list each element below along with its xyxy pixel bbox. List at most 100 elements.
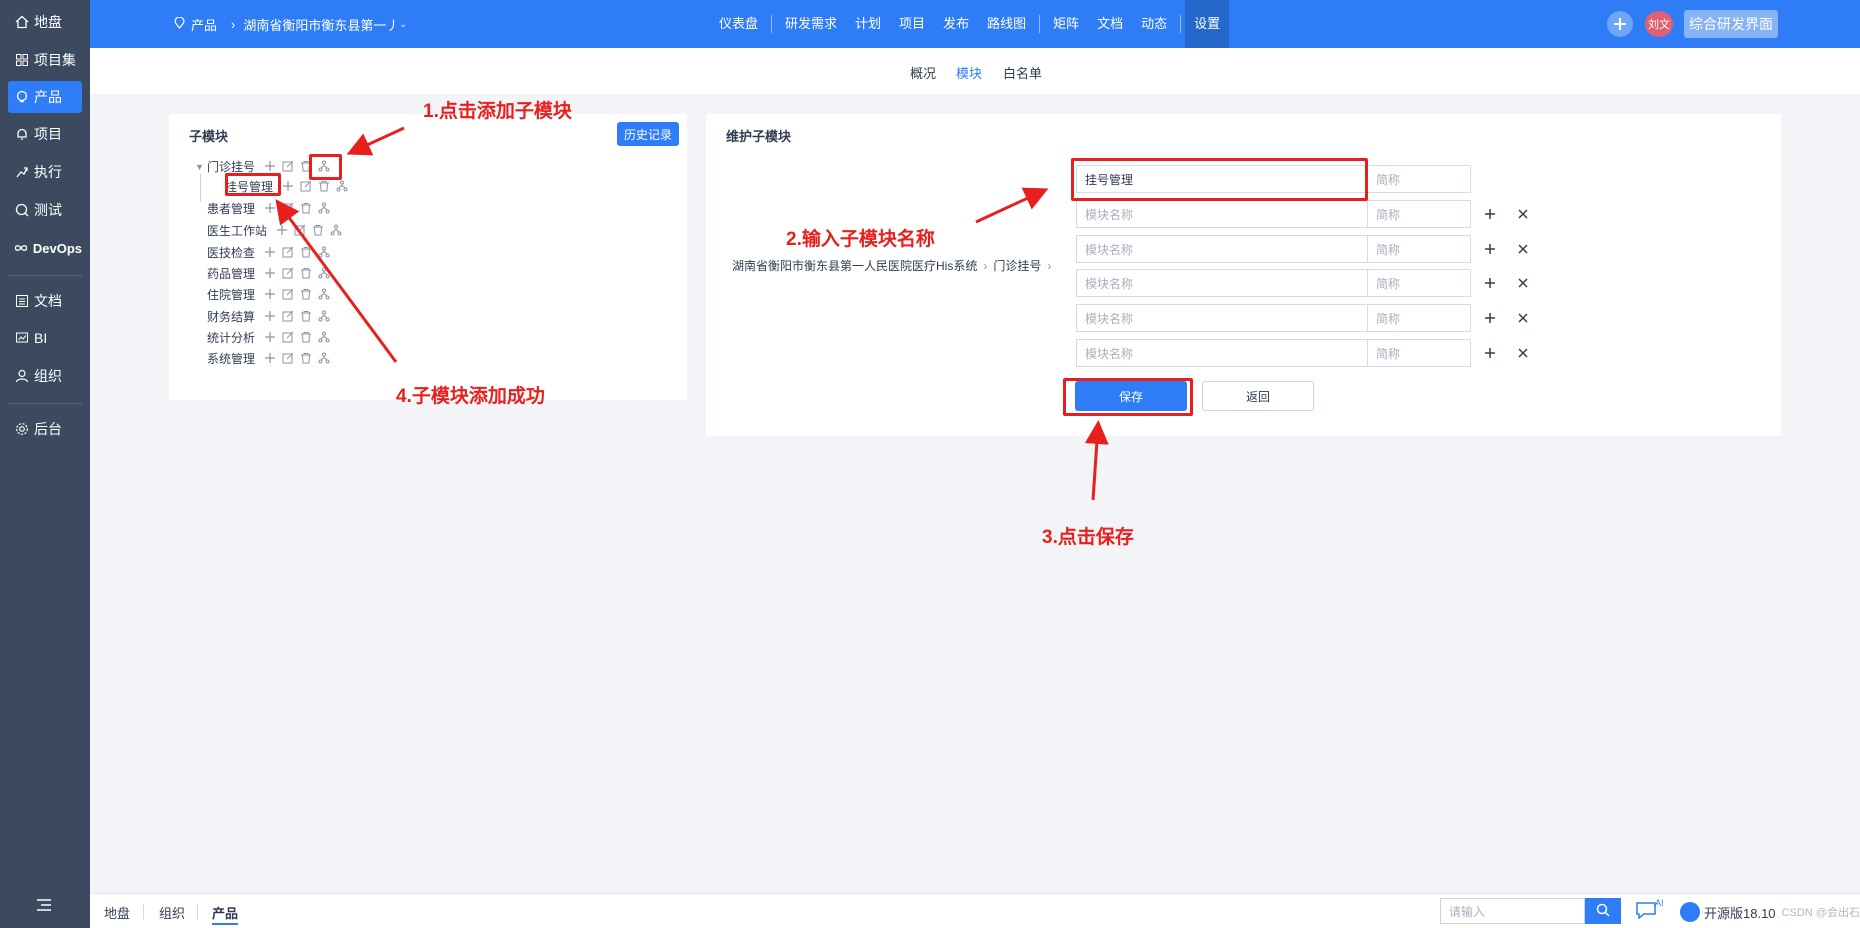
delete-icon[interactable] [299, 351, 313, 365]
tree-node-label[interactable]: 住院管理 [207, 286, 255, 303]
tree-node-label[interactable]: 药品管理 [207, 265, 255, 282]
tree-node-label[interactable]: 统计分析 [207, 329, 255, 346]
bottom-tab-dashboard[interactable]: 地盘 [104, 903, 130, 922]
sidebar-item-program[interactable]: 项目集 [8, 44, 82, 76]
add-sibling-icon[interactable] [263, 351, 277, 365]
add-row-icon[interactable] [1482, 241, 1498, 257]
sidebar-item-devops[interactable]: DevOps [8, 232, 82, 264]
avatar[interactable]: 刘文 [1645, 11, 1673, 37]
edit-icon[interactable] [281, 351, 295, 365]
add-child-icon[interactable] [317, 351, 331, 365]
edit-icon[interactable] [281, 287, 295, 301]
add-child-icon[interactable] [335, 179, 349, 193]
tab-dynamic[interactable]: 动态 [1132, 0, 1176, 48]
edit-icon[interactable] [281, 245, 295, 259]
sidebar-item-dashboard[interactable]: 地盘 [8, 6, 82, 38]
module-name-input[interactable]: 模块名称 [1076, 339, 1368, 367]
module-name-input[interactable]: 模块名称 [1076, 269, 1368, 297]
add-child-icon[interactable] [317, 245, 331, 259]
edit-icon[interactable] [281, 201, 295, 215]
history-button[interactable]: 历史记录 [617, 122, 679, 146]
subtab-whitelist[interactable]: 白名单 [1003, 63, 1042, 82]
remove-row-icon[interactable] [1515, 345, 1531, 361]
edit-icon[interactable] [281, 266, 295, 280]
tab-project[interactable]: 项目 [890, 0, 934, 48]
tab-dashboard[interactable]: 仪表盘 [710, 0, 767, 48]
tree-node-label[interactable]: 患者管理 [207, 200, 255, 217]
add-child-icon[interactable] [317, 330, 331, 344]
remove-row-icon[interactable] [1515, 241, 1531, 257]
version-info[interactable]: 开源版18.10 CSDN @会出石 [1680, 902, 1860, 922]
add-child-icon[interactable] [329, 223, 343, 237]
add-child-icon[interactable] [317, 287, 331, 301]
sidebar-item-test[interactable]: 测试 [8, 194, 82, 226]
delete-icon[interactable] [299, 287, 313, 301]
search-button[interactable] [1585, 898, 1621, 924]
module-short-input[interactable]: 简称 [1368, 339, 1471, 367]
module-name-input[interactable]: 模块名称 [1076, 235, 1368, 263]
edit-icon[interactable] [281, 159, 295, 173]
tab-roadmap[interactable]: 路线图 [978, 0, 1035, 48]
add-child-icon[interactable] [317, 266, 331, 280]
remove-row-icon[interactable] [1515, 310, 1531, 326]
edit-icon[interactable] [281, 330, 295, 344]
add-sibling-icon[interactable] [263, 201, 277, 215]
tab-requirements[interactable]: 研发需求 [776, 0, 846, 48]
edit-icon[interactable] [293, 223, 307, 237]
delete-icon[interactable] [311, 223, 325, 237]
sidebar-item-bi[interactable]: BI [8, 322, 82, 354]
chevron-down-icon[interactable]: ⌄ [399, 19, 407, 30]
add-sibling-icon[interactable] [263, 266, 277, 280]
tab-plan[interactable]: 计划 [846, 0, 890, 48]
edit-icon[interactable] [281, 309, 295, 323]
add-row-icon[interactable] [1482, 345, 1498, 361]
tab-doc[interactable]: 文档 [1088, 0, 1132, 48]
sidebar-item-doc[interactable]: 文档 [8, 285, 82, 317]
module-name-input[interactable]: 模块名称 [1076, 304, 1368, 332]
add-row-icon[interactable] [1482, 310, 1498, 326]
breadcrumb-product[interactable]: 湖南省衡阳市衡东县第一丿 [243, 15, 399, 34]
module-short-input[interactable]: 简称 [1368, 200, 1471, 228]
bottom-tab-org[interactable]: 组织 [159, 903, 185, 922]
add-row-icon[interactable] [1482, 275, 1498, 291]
sidebar-item-org[interactable]: 组织 [8, 360, 82, 392]
sidebar-item-admin[interactable]: 后台 [8, 413, 82, 445]
bottom-tab-product[interactable]: 产品 [212, 903, 239, 925]
synth-view-button[interactable]: 综合研发界面 [1684, 10, 1778, 38]
global-search-input[interactable]: 请输入 [1440, 898, 1585, 924]
ai-chat-icon[interactable]: AI [1635, 898, 1665, 923]
delete-icon[interactable] [299, 309, 313, 323]
subtab-overview[interactable]: 概况 [910, 63, 936, 82]
module-name-input[interactable]: 模块名称 [1076, 200, 1368, 228]
remove-row-icon[interactable] [1515, 206, 1531, 222]
module-short-input[interactable]: 简称 [1368, 269, 1471, 297]
add-sibling-icon[interactable] [281, 179, 295, 193]
add-sibling-icon[interactable] [263, 309, 277, 323]
delete-icon[interactable] [317, 179, 331, 193]
tab-release[interactable]: 发布 [934, 0, 978, 48]
add-child-icon[interactable] [317, 309, 331, 323]
module-short-input[interactable]: 简称 [1368, 165, 1471, 193]
tab-settings[interactable]: 设置 [1185, 0, 1230, 48]
delete-icon[interactable] [299, 330, 313, 344]
add-row-icon[interactable] [1482, 206, 1498, 222]
sidebar-item-product[interactable]: 产品 [8, 81, 82, 113]
tree-expand-icon[interactable]: ▼ [195, 162, 204, 172]
back-button[interactable]: 返回 [1202, 381, 1314, 411]
add-sibling-icon[interactable] [263, 245, 277, 259]
add-sibling-icon[interactable] [263, 330, 277, 344]
breadcrumb-root[interactable]: 产品 [191, 15, 217, 34]
menu-collapse-icon[interactable] [36, 898, 52, 912]
add-sibling-icon[interactable] [275, 223, 289, 237]
add-child-icon[interactable] [317, 201, 331, 215]
delete-icon[interactable] [299, 245, 313, 259]
add-sibling-icon[interactable] [263, 287, 277, 301]
module-short-input[interactable]: 简称 [1368, 304, 1471, 332]
tree-node-label[interactable]: 财务结算 [207, 308, 255, 325]
tree-node-label[interactable]: 系统管理 [207, 350, 255, 367]
sidebar-item-execution[interactable]: 执行 [8, 156, 82, 188]
subtab-module[interactable]: 模块 [956, 63, 982, 82]
tree-node-label[interactable]: 门诊挂号 [207, 158, 255, 175]
tab-matrix[interactable]: 矩阵 [1044, 0, 1088, 48]
delete-icon[interactable] [299, 201, 313, 215]
